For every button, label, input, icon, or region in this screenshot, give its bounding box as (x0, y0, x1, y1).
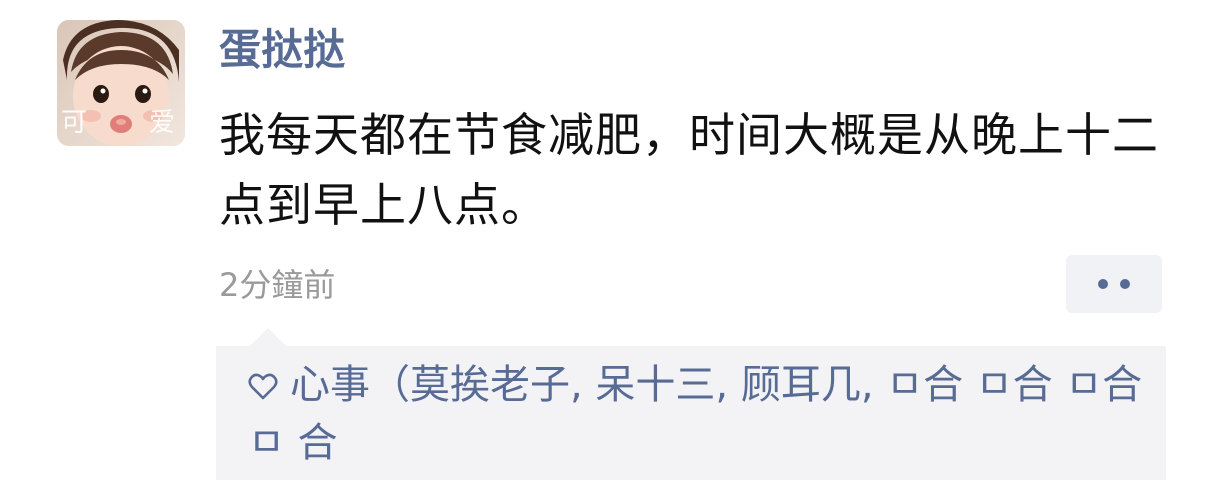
avatar-caption-right: 爱 (149, 108, 176, 138)
likes-names[interactable]: 心事（莫挨老子, 呆十三, 顾耳几, ㅁ合 ㅁ合 ㅁ合 ㅁ 合 (248, 362, 1142, 466)
post-author-name[interactable]: 蛋挞挞 (219, 22, 345, 78)
avatar[interactable]: 可 爱 (57, 20, 185, 146)
post-body-text: 我每天都在节食减肥，时间大概是从晚上十二点到早上八点。 (219, 108, 1159, 232)
likes-panel-pointer (250, 328, 286, 346)
post-timestamp: 2分鐘前 (219, 266, 336, 304)
more-dots-icon (1120, 279, 1130, 289)
more-dots-icon (1098, 279, 1108, 289)
avatar-caption-left: 可 (61, 108, 88, 138)
more-actions-button[interactable] (1066, 255, 1162, 313)
likes-list: 心事（莫挨老子, 呆十三, 顾耳几, ㅁ合 ㅁ合 ㅁ合 ㅁ 合 (248, 356, 1153, 472)
heart-outline-icon (248, 373, 278, 400)
